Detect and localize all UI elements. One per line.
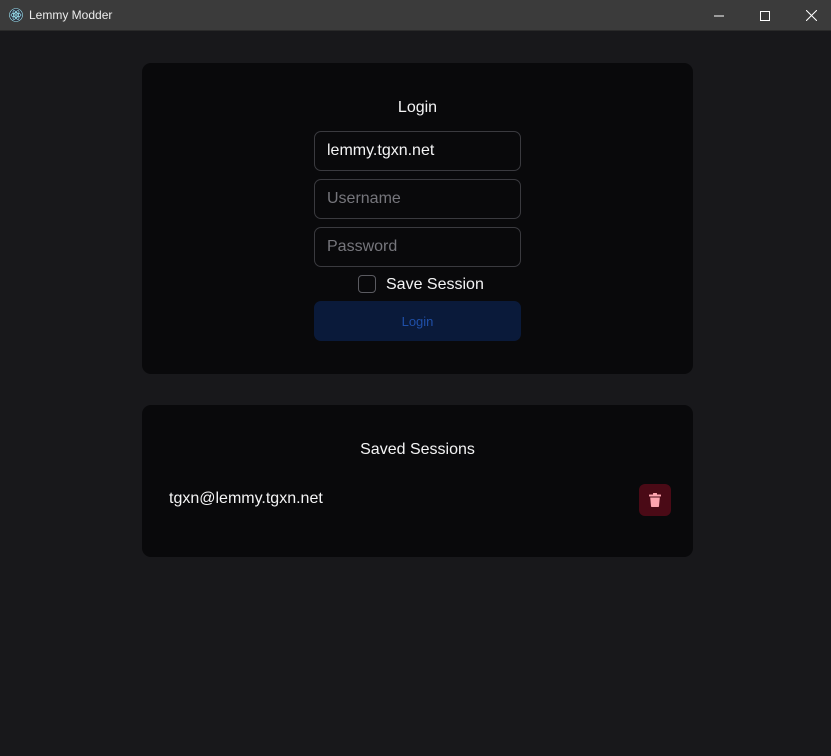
login-card: Login Save Session Login: [142, 63, 693, 374]
instance-input[interactable]: [314, 131, 521, 171]
save-session-checkbox[interactable]: [358, 275, 376, 293]
minimize-button[interactable]: [696, 0, 742, 31]
trash-icon: [649, 493, 661, 507]
saved-sessions-card: Saved Sessions tgxn@lemmy.tgxn.net: [142, 405, 693, 557]
maximize-button[interactable]: [742, 0, 788, 31]
password-input[interactable]: [314, 227, 521, 267]
close-icon: [805, 10, 817, 21]
close-button[interactable]: [788, 0, 831, 31]
login-heading: Login: [397, 99, 438, 116]
electron-atom-icon: [9, 8, 23, 22]
delete-session-button[interactable]: [639, 484, 671, 516]
session-label[interactable]: tgxn@lemmy.tgxn.net: [169, 490, 323, 508]
minimize-icon: [714, 15, 724, 16]
username-input[interactable]: [314, 179, 521, 219]
window-title: Lemmy Modder: [29, 8, 113, 22]
title-bar: Lemmy Modder: [0, 0, 831, 31]
saved-sessions-heading: Saved Sessions: [360, 441, 475, 458]
save-session-label[interactable]: Save Session: [386, 276, 484, 294]
maximize-icon: [760, 10, 770, 21]
login-button[interactable]: Login: [314, 301, 521, 341]
